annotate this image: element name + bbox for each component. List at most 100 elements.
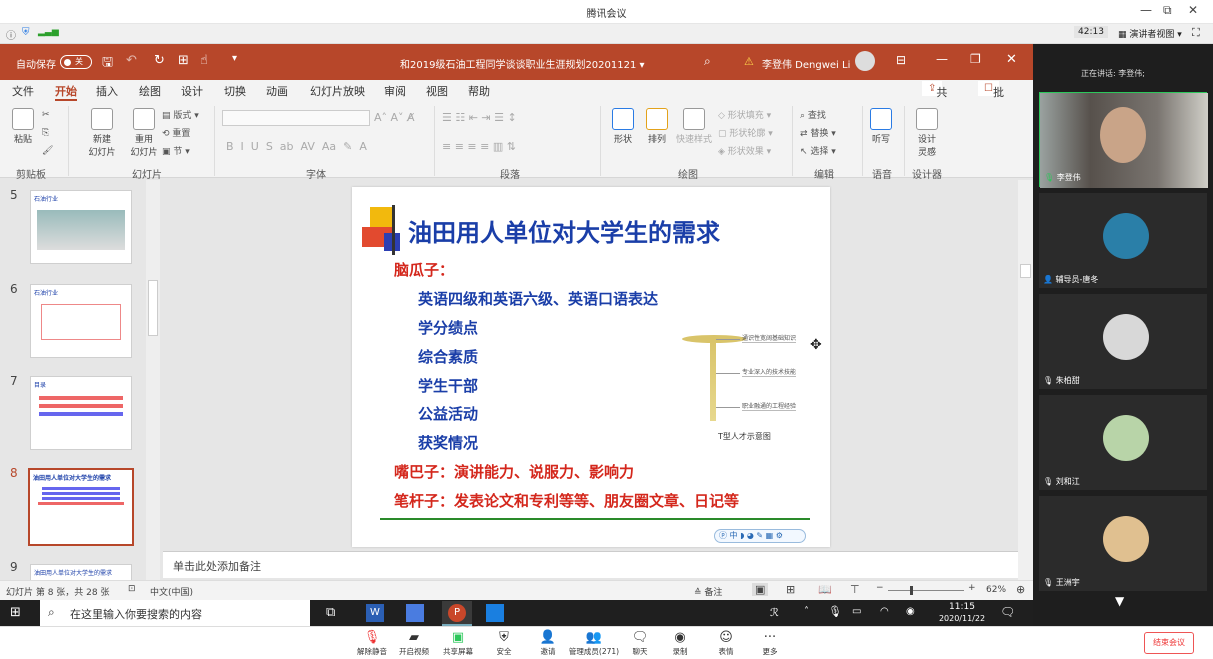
ime-icon[interactable]: ◉ (906, 606, 915, 617)
mic-icon[interactable]: 🎙 (828, 605, 842, 618)
font-format-buttons[interactable]: B I U S ab AV Aa ✎ A (226, 140, 367, 153)
end-meeting-button[interactable]: 结束会议 (1144, 632, 1194, 654)
slide-thumbnail[interactable]: 目录 (30, 376, 132, 450)
slide-thumbnail[interactable]: 石油行业 (30, 284, 132, 358)
unmute-button[interactable]: 🎙 解除静音 (350, 630, 394, 657)
sorter-view-icon[interactable]: ⊞ (786, 583, 795, 596)
video-tile[interactable]: 👤 辅导员-唐冬 (1039, 193, 1207, 288)
format-painter-icon[interactable]: 🖌 (42, 146, 53, 156)
present-icon[interactable]: ⊞ (178, 53, 189, 68)
customize-qat-icon[interactable]: ▾ (232, 53, 237, 64)
maximize-button[interactable]: ⧉ (1163, 3, 1172, 18)
search-icon[interactable]: ⌕ (704, 54, 711, 69)
user-avatar[interactable] (855, 51, 875, 71)
shield-icon[interactable]: ⛨ (22, 27, 30, 38)
slide-thumbnail[interactable]: 石油行业 (30, 190, 132, 264)
tab-slideshow[interactable]: 幻灯片放映 (310, 83, 365, 99)
minimize-button[interactable]: — (1140, 3, 1152, 17)
accessibility-icon[interactable]: ⊡ (128, 584, 136, 594)
save-icon[interactable]: 🖫 (102, 53, 113, 75)
shape-outline-button[interactable]: ▢ 形状轮廓 ▾ (718, 126, 773, 139)
speaker-view-button[interactable]: ▦ 演讲者视图 ▾ (1118, 27, 1182, 40)
invite-button[interactable]: 👤 邀请 (526, 630, 570, 657)
more-button[interactable]: ··· 更多 (748, 630, 792, 657)
tencent-meeting-icon[interactable] (486, 604, 504, 622)
chevron-down-icon[interactable]: ▼ (1115, 594, 1124, 608)
video-tile[interactable]: 🎙 刘和江 (1039, 395, 1207, 490)
tab-design[interactable]: 设计 (181, 83, 203, 99)
align-buttons[interactable]: ≡ ≡ ≡ ≡ ▥ ⇅ (442, 140, 516, 153)
paste-button[interactable]: 粘贴 (8, 108, 38, 145)
ime-toolbar[interactable]: ⓟ 中 ◗ ◕ ✎ ▦ ⚙ (714, 529, 806, 543)
clock-time[interactable]: 11:15 (944, 602, 980, 612)
font-size-controls[interactable]: A˄ A˅ A̸ (374, 111, 415, 124)
tray-chevron-icon[interactable]: ˄ (804, 606, 809, 617)
slide-scrollbar[interactable] (1018, 180, 1033, 580)
font-family-select[interactable] (222, 110, 370, 126)
wifi-icon[interactable]: ◠ (880, 606, 889, 617)
close-button[interactable]: ✕ (1188, 3, 1198, 17)
notification-icon[interactable]: 🗨 (1000, 605, 1015, 619)
slide-thumbnail-selected[interactable]: 油田用人单位对大学生的需求 (28, 468, 134, 546)
reading-view-icon[interactable]: 📖 (818, 583, 832, 596)
info-icon[interactable]: ⓘ (6, 27, 16, 42)
zoom-out-button[interactable]: − (876, 583, 884, 593)
tab-draw[interactable]: 绘图 (139, 83, 161, 99)
notes-pane[interactable]: 单击此处添加备注 (163, 551, 1018, 578)
section-button[interactable]: ▣ 节 ▾ (162, 144, 190, 157)
people-icon[interactable]: ℛ (770, 606, 779, 619)
slide-canvas[interactable]: 油田用人单位对大学生的需求 脑瓜子： 英语四级和英语六级、英语口语表达 学分绩点… (352, 187, 830, 547)
fullscreen-icon[interactable]: ⛶ (1192, 26, 1200, 40)
tab-transitions[interactable]: 切换 (224, 83, 246, 99)
autosave-toggle[interactable]: 关 (60, 55, 92, 69)
thumbnail-scrollbar[interactable] (146, 180, 160, 586)
task-view-icon[interactable]: ⧉ (326, 605, 335, 620)
reactions-button[interactable]: ☺ 表情 (704, 630, 748, 657)
clock-date[interactable]: 2020/11/22 (932, 614, 992, 623)
word-icon[interactable]: W (366, 604, 384, 622)
share-button[interactable]: ⇪ 共享 (922, 81, 947, 115)
touch-mode-icon[interactable]: ☝ (200, 53, 208, 68)
redo-icon[interactable]: ↻ (154, 53, 165, 68)
zoom-in-button[interactable]: + (968, 583, 976, 593)
list-buttons[interactable]: ☰ ☷ ⇤ ⇥ ☰ ↕ (442, 111, 517, 124)
zoom-slider[interactable] (888, 586, 964, 595)
find-button[interactable]: ⌕ 查找 (800, 108, 826, 121)
new-slide-button[interactable]: 新建 幻灯片 (84, 108, 120, 158)
quick-styles-button[interactable]: 快速样式 (674, 108, 714, 145)
cut-icon[interactable]: ✂ (42, 110, 50, 120)
video-tile[interactable]: 🎙 朱柏甜 (1039, 294, 1207, 389)
tab-help[interactable]: 帮助 (468, 83, 490, 99)
zoom-level[interactable]: 62% (986, 585, 1006, 595)
video-tile[interactable]: 🎙 王洲宇 (1039, 496, 1207, 591)
user-name[interactable]: 李登伟 Dengwei Li (762, 56, 850, 71)
ribbon-display-icon[interactable]: ⊟ (896, 53, 906, 67)
tab-insert[interactable]: 插入 (96, 83, 118, 99)
share-screen-button[interactable]: ▣ 共享屏幕 (436, 630, 480, 657)
slideshow-icon[interactable]: ⊤ (850, 583, 860, 596)
shapes-button[interactable]: 形状 (608, 108, 638, 145)
ppt-close-button[interactable]: ✕ (1006, 52, 1017, 67)
arrange-button[interactable]: 排列 (642, 108, 672, 145)
layout-button[interactable]: ▤ 版式 ▾ (162, 108, 199, 121)
comments-button[interactable]: ☐ 批注 (978, 81, 1004, 115)
chat-button[interactable]: 🗨 聊天 (618, 630, 662, 657)
dictate-button[interactable]: 听写 (866, 108, 896, 145)
record-button[interactable]: ◉ 录制 (658, 630, 702, 657)
security-button[interactable]: ⛨ 安全 (482, 630, 526, 657)
fit-slide-icon[interactable]: ⊕ (1016, 583, 1025, 596)
language[interactable]: 中文(中国) (150, 585, 193, 598)
notes-button[interactable]: ≙ 备注 (694, 585, 722, 598)
ppt-restore-button[interactable]: ❐ (970, 52, 981, 66)
manage-members-button[interactable]: 👥 管理成员(271) (566, 630, 622, 657)
replace-button[interactable]: ⇄ 替换 ▾ (800, 126, 836, 139)
app-icon[interactable] (406, 604, 424, 622)
tab-review[interactable]: 审阅 (384, 83, 406, 99)
reset-button[interactable]: ⟲ 重置 (162, 126, 190, 139)
designer-button[interactable]: 设计 灵感 (910, 108, 944, 158)
windows-start-icon[interactable]: ⊞ (10, 605, 21, 620)
taskbar-search[interactable]: ⌕ 在这里输入你要搜索的内容 (40, 600, 310, 626)
start-video-button[interactable]: ▰ 开启视频 (392, 630, 436, 657)
reuse-slides-button[interactable]: 重用 幻灯片 (126, 108, 162, 158)
battery-icon[interactable]: ▭ (852, 606, 861, 617)
